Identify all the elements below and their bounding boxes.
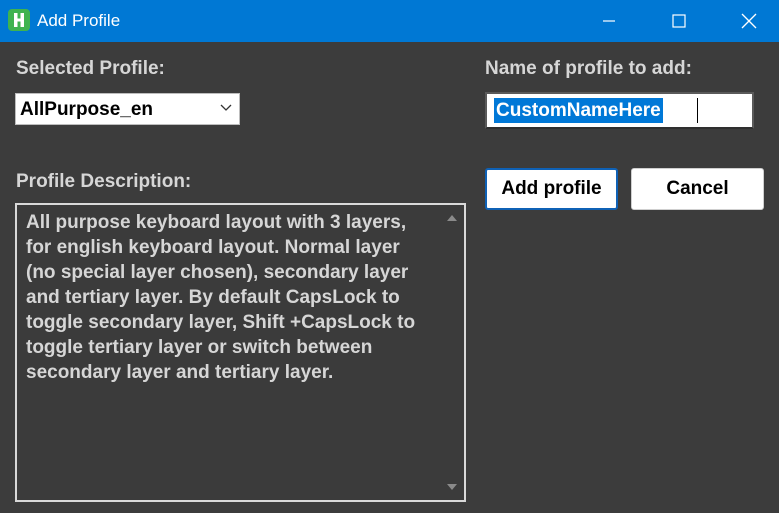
window-title: Add Profile [37, 11, 121, 30]
maximize-button[interactable] [651, 0, 707, 42]
maximize-icon [672, 14, 686, 28]
profile-name-input[interactable]: CustomNameHere [485, 92, 754, 129]
minimize-icon [603, 20, 615, 22]
selected-profile-value: AllPurpose_en [20, 99, 154, 120]
close-button[interactable] [721, 0, 777, 42]
add-profile-window: Add Profile Selected Profile: AllPurpose… [0, 0, 779, 513]
profile-description-text: All purpose keyboard layout with 3 layer… [26, 212, 416, 383]
scroll-down-arrow-icon[interactable] [446, 483, 458, 491]
selected-profile-dropdown[interactable]: AllPurpose_en [15, 93, 240, 125]
description-scrollbar[interactable] [440, 205, 464, 500]
close-icon [741, 13, 757, 29]
add-profile-button[interactable]: Add profile [485, 168, 618, 210]
chevron-down-icon [220, 104, 232, 111]
text-caret [697, 98, 698, 123]
profile-description-label: Profile Description: [16, 171, 192, 192]
selected-profile-label: Selected Profile: [16, 58, 165, 79]
profile-description-textbox[interactable]: All purpose keyboard layout with 3 layer… [15, 203, 466, 502]
minimize-button[interactable] [581, 0, 637, 42]
cancel-button[interactable]: Cancel [631, 168, 764, 210]
profile-name-label: Name of profile to add: [485, 58, 692, 79]
title-bar[interactable]: Add Profile [0, 0, 779, 42]
app-logo-icon [8, 9, 30, 31]
profile-name-value: CustomNameHere [494, 98, 663, 123]
scroll-up-arrow-icon[interactable] [446, 214, 458, 222]
